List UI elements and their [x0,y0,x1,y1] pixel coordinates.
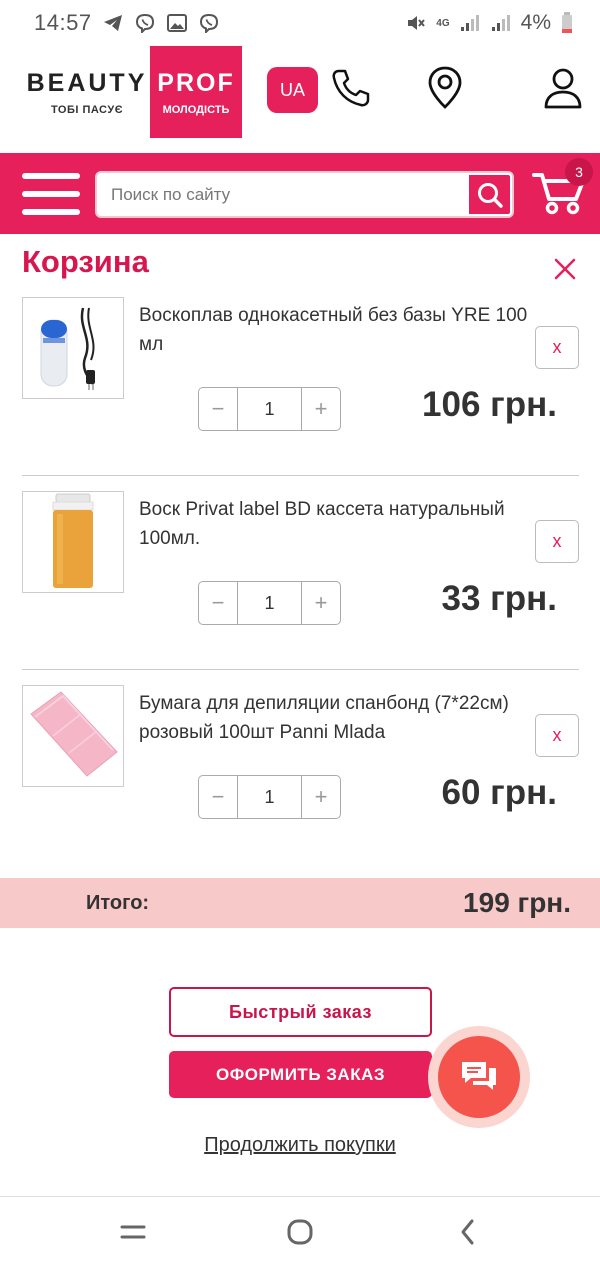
remove-item-button[interactable]: x [535,326,579,369]
logo-word-prof: PROF [157,68,235,97]
quantity-value[interactable]: 1 [237,776,302,818]
logo-tagline-2: МОЛОДІСТЬ [162,103,230,116]
close-icon[interactable] [552,256,578,282]
system-nav-bar [0,1196,600,1265]
logo-left: BEAUTY ТОБІ ПАСУЄ [24,46,150,138]
search-box [95,171,514,218]
item-price: 106 грн. [422,385,557,424]
hamburger-menu-icon[interactable] [22,173,80,215]
chat-icon [462,1062,496,1090]
cart-item: Воск Privat label BD кассета натуральный… [0,491,600,685]
viber-icon [134,12,156,34]
total-bar: Итого: 199 грн. [0,878,600,928]
quantity-stepper: − 1 + [198,775,341,819]
quantity-value[interactable]: 1 [237,582,302,624]
total-value: 199 грн. [463,887,571,918]
phone-icon[interactable] [326,64,374,112]
remove-item-button[interactable]: x [535,520,579,563]
signal-icon [459,12,481,34]
network-type: 4G [436,17,450,29]
status-right: 4G 4% [405,11,574,35]
total-label: Итого: [86,892,150,914]
location-pin-icon[interactable] [421,64,469,112]
continue-shopping-link[interactable]: Продолжить покупки [0,1134,600,1157]
site-header: BEAUTY ТОБІ ПАСУЄ PROF МОЛОДІСТЬ UA [0,46,600,153]
divider [22,669,579,670]
search-input[interactable] [97,173,467,216]
search-button[interactable] [467,173,512,216]
chat-button[interactable] [428,1026,530,1128]
menu-line [22,191,80,197]
cart-title: Корзина [22,244,149,279]
logo-word-beauty: BEAUTY [26,68,148,97]
cart-item: Воскоплав однокасетный без базы YRE 100 … [0,297,600,491]
quantity-decrease-button[interactable]: − [199,582,237,624]
battery-icon [560,12,574,34]
telegram-icon [102,12,124,34]
menu-line [22,173,80,179]
mute-icon [405,12,427,34]
logo-right: PROF МОЛОДІСТЬ [150,46,242,138]
status-time: 14:57 [34,10,92,35]
remove-item-button[interactable]: x [535,714,579,757]
language-button[interactable]: UA [267,67,318,113]
status-left: 14:57 [34,10,220,36]
recent-apps-icon[interactable] [115,1214,151,1250]
signal-icon-2 [490,12,512,34]
battery-level: 4% [520,11,551,34]
beautyprof-logo[interactable]: BEAUTY ТОБІ ПАСУЄ PROF МОЛОДІСТЬ [24,46,242,138]
cart-item: Бумага для депиляции спанбонд (7*22см) р… [0,685,600,879]
search-icon [477,182,503,208]
quantity-decrease-button[interactable]: − [199,388,237,430]
item-name[interactable]: Воск Privat label BD кассета натуральный… [139,495,529,553]
quantity-stepper: − 1 + [198,387,341,431]
home-icon[interactable] [282,1214,318,1250]
divider [22,475,579,476]
quantity-stepper: − 1 + [198,581,341,625]
quantity-decrease-button[interactable]: − [199,776,237,818]
product-image-depilation-paper[interactable] [22,685,124,787]
quantity-increase-button[interactable]: + [302,582,340,624]
product-image-wax-heater[interactable] [22,297,124,399]
chat-button-inner [438,1036,520,1118]
logo-tagline-1: ТОБІ ПАСУЄ [50,103,124,116]
checkout-button[interactable]: ОФОРМИТЬ ЗАКАЗ [169,1051,432,1098]
item-name[interactable]: Воскоплав однокасетный без базы YRE 100 … [139,301,529,359]
quantity-increase-button[interactable]: + [302,776,340,818]
viber-icon-2 [198,12,220,34]
search-bar [0,153,600,234]
item-price: 60 грн. [441,773,557,812]
product-image-wax-cartridge[interactable] [22,491,124,593]
quantity-value[interactable]: 1 [237,388,302,430]
status-bar: 14:57 4G 4% [0,0,600,46]
menu-line [22,209,80,215]
item-name[interactable]: Бумага для депиляции спанбонд (7*22см) р… [139,689,529,747]
cart-count-badge: 3 [565,158,593,186]
back-icon[interactable] [450,1214,486,1250]
gallery-icon [166,12,188,34]
user-icon[interactable] [539,64,587,112]
item-price: 33 грн. [441,579,557,618]
quick-order-button[interactable]: Быстрый заказ [169,987,432,1037]
quantity-increase-button[interactable]: + [302,388,340,430]
